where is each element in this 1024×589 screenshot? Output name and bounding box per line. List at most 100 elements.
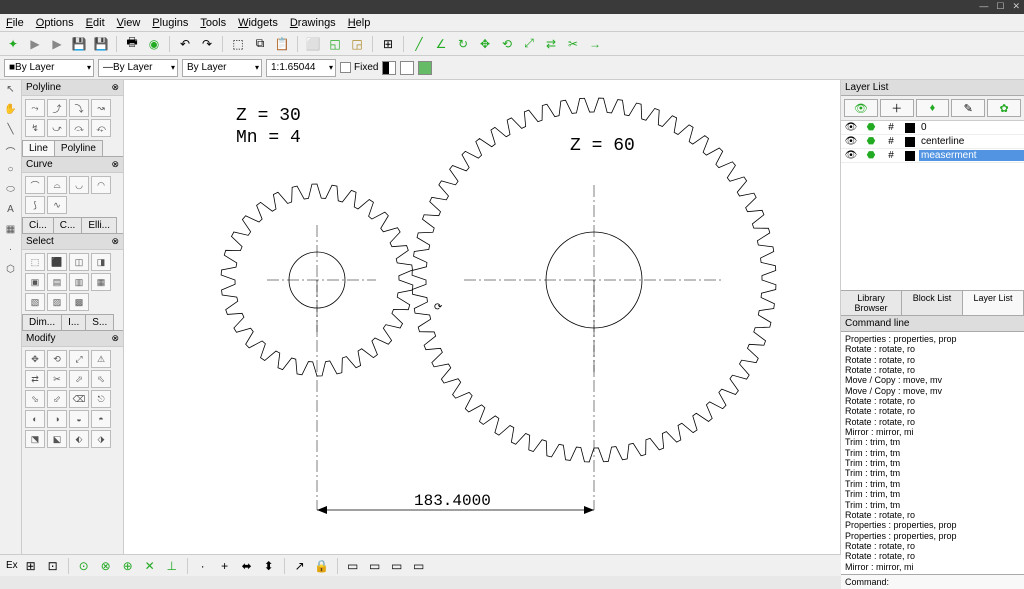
md-b20[interactable]: ⬗: [91, 430, 111, 448]
tab-library[interactable]: Library Browser: [841, 291, 902, 315]
maximize-icon[interactable]: ☐: [996, 1, 1004, 12]
cv-b6[interactable]: ∿: [47, 196, 67, 214]
md-b7[interactable]: ⬀: [69, 370, 89, 388]
close-icon[interactable]: ✕: [1012, 1, 1020, 12]
layer-edit-icon[interactable]: ✎: [951, 99, 985, 117]
tab-blocklist[interactable]: Block List: [902, 291, 963, 315]
md-b4[interactable]: ⚠: [91, 350, 111, 368]
zoom1-icon[interactable]: ⬜: [304, 35, 322, 53]
point-icon[interactable]: ·: [3, 244, 19, 260]
st-end-icon[interactable]: ⊙: [75, 557, 93, 575]
layer-add-icon[interactable]: ＋: [880, 99, 914, 117]
cv-b3[interactable]: ◡: [69, 176, 89, 194]
undo-icon[interactable]: ↶: [176, 35, 194, 53]
color3-swatch[interactable]: [418, 61, 432, 75]
polyline-tab[interactable]: Polyline: [54, 140, 103, 156]
open2-icon[interactable]: ▶: [48, 35, 66, 53]
drawing-canvas[interactable]: Z = 30 Mn = 4 Z = 60 183.4000 ⟳: [124, 80, 840, 554]
md-b5[interactable]: ⇄: [25, 370, 45, 388]
md-b2[interactable]: ⟲: [47, 350, 67, 368]
st-snap-icon[interactable]: ⊡: [44, 557, 62, 575]
sel-b4[interactable]: ◨: [91, 253, 111, 271]
hand-icon[interactable]: ✋: [3, 104, 19, 120]
mirror-icon[interactable]: ⇄: [542, 35, 560, 53]
st-rel-icon[interactable]: ↗: [291, 557, 309, 575]
sel-b2[interactable]: ⬛: [47, 253, 67, 271]
scale-icon[interactable]: ⤢: [520, 35, 538, 53]
redo-icon[interactable]: ↷: [198, 35, 216, 53]
layer-row[interactable]: 👁⬣#centerline: [841, 135, 1024, 149]
s-tab[interactable]: S...: [85, 314, 114, 330]
md-b19[interactable]: ⬖: [69, 430, 89, 448]
lineweight-dropdown[interactable]: By Layer: [182, 59, 262, 77]
command-input[interactable]: Command:: [841, 574, 1024, 589]
text-icon[interactable]: A: [3, 204, 19, 220]
sel-b11[interactable]: ▩: [69, 293, 89, 311]
trim-icon[interactable]: ✂: [564, 35, 582, 53]
cv-b1[interactable]: ⌒: [25, 176, 45, 194]
sel-b3[interactable]: ◫: [69, 253, 89, 271]
layer-dropdown[interactable]: ■ By Layer: [4, 59, 94, 77]
menu-options[interactable]: Options: [36, 17, 74, 29]
zoom2-icon[interactable]: ◱: [326, 35, 344, 53]
st-perp-icon[interactable]: ⊥: [163, 557, 181, 575]
sel-b1[interactable]: ⬚: [25, 253, 45, 271]
menu-tools[interactable]: Tools: [200, 17, 226, 29]
layer-del-icon[interactable]: ♦: [916, 99, 950, 117]
move-icon[interactable]: ✥: [476, 35, 494, 53]
line2-icon[interactable]: ╲: [3, 124, 19, 140]
md-b13[interactable]: ◐: [25, 410, 45, 428]
sel-b8[interactable]: ▦: [91, 273, 111, 291]
st-mid-icon[interactable]: ⊗: [97, 557, 115, 575]
st-grid-icon[interactable]: ⊞: [22, 557, 40, 575]
menu-widgets[interactable]: Widgets: [238, 17, 278, 29]
menu-plugins[interactable]: Plugins: [152, 17, 188, 29]
md-b10[interactable]: ⬃: [47, 390, 67, 408]
md-b14[interactable]: ◑: [47, 410, 67, 428]
md-b16[interactable]: ◓: [91, 410, 111, 428]
pl-b3[interactable]: ⤵: [69, 99, 89, 117]
sel-b10[interactable]: ▨: [47, 293, 67, 311]
color2-swatch[interactable]: [400, 61, 414, 75]
st-s3-icon[interactable]: ⬌: [238, 557, 256, 575]
st-s1-icon[interactable]: ·: [194, 557, 212, 575]
cv-b5[interactable]: ⟆: [25, 196, 45, 214]
sel-b9[interactable]: ▧: [25, 293, 45, 311]
pl-b8[interactable]: ⤽: [91, 119, 111, 137]
pl-b7[interactable]: ⤼: [69, 119, 89, 137]
cv-b2[interactable]: ⌓: [47, 176, 67, 194]
pl-b5[interactable]: ↯: [25, 119, 45, 137]
st-m3-icon[interactable]: ▭: [388, 557, 406, 575]
line-tab[interactable]: Line: [22, 140, 55, 156]
fixed-checkbox[interactable]: Fixed: [340, 62, 378, 73]
arc-icon[interactable]: ⌒: [3, 144, 19, 160]
layer-row[interactable]: 👁⬣#0: [841, 121, 1024, 135]
md-b17[interactable]: ⬔: [25, 430, 45, 448]
sel-b5[interactable]: ▣: [25, 273, 45, 291]
cursor-icon[interactable]: ↖: [3, 84, 19, 100]
md-b8[interactable]: ⬁: [91, 370, 111, 388]
md-b18[interactable]: ⬕: [47, 430, 67, 448]
extend-icon[interactable]: →: [586, 35, 604, 53]
menu-edit[interactable]: Edit: [86, 17, 105, 29]
angle-icon[interactable]: ∠: [432, 35, 450, 53]
rotate-icon[interactable]: ⟲: [498, 35, 516, 53]
ci-tab[interactable]: Ci...: [22, 217, 54, 233]
menu-file[interactable]: FFileile: [6, 17, 24, 29]
st-m4-icon[interactable]: ▭: [410, 557, 428, 575]
md-b12[interactable]: ⎋: [91, 390, 111, 408]
st-cen-icon[interactable]: ⊕: [119, 557, 137, 575]
elli-tab[interactable]: Elli...: [81, 217, 117, 233]
md-b1[interactable]: ✥: [25, 350, 45, 368]
sel-b7[interactable]: ▥: [69, 273, 89, 291]
print-icon[interactable]: 🖶: [123, 35, 141, 53]
save-icon[interactable]: 💾: [70, 35, 88, 53]
grid-icon[interactable]: ⊞: [379, 35, 397, 53]
st-int-icon[interactable]: ✕: [141, 557, 159, 575]
scale-dropdown[interactable]: 1:1.65044: [266, 59, 336, 77]
i-tab[interactable]: I...: [61, 314, 86, 330]
tab-layerlist[interactable]: Layer List: [963, 291, 1024, 315]
new-icon[interactable]: ✦: [4, 35, 22, 53]
st-s4-icon[interactable]: ⬍: [260, 557, 278, 575]
pl-b2[interactable]: ⤴: [47, 99, 67, 117]
